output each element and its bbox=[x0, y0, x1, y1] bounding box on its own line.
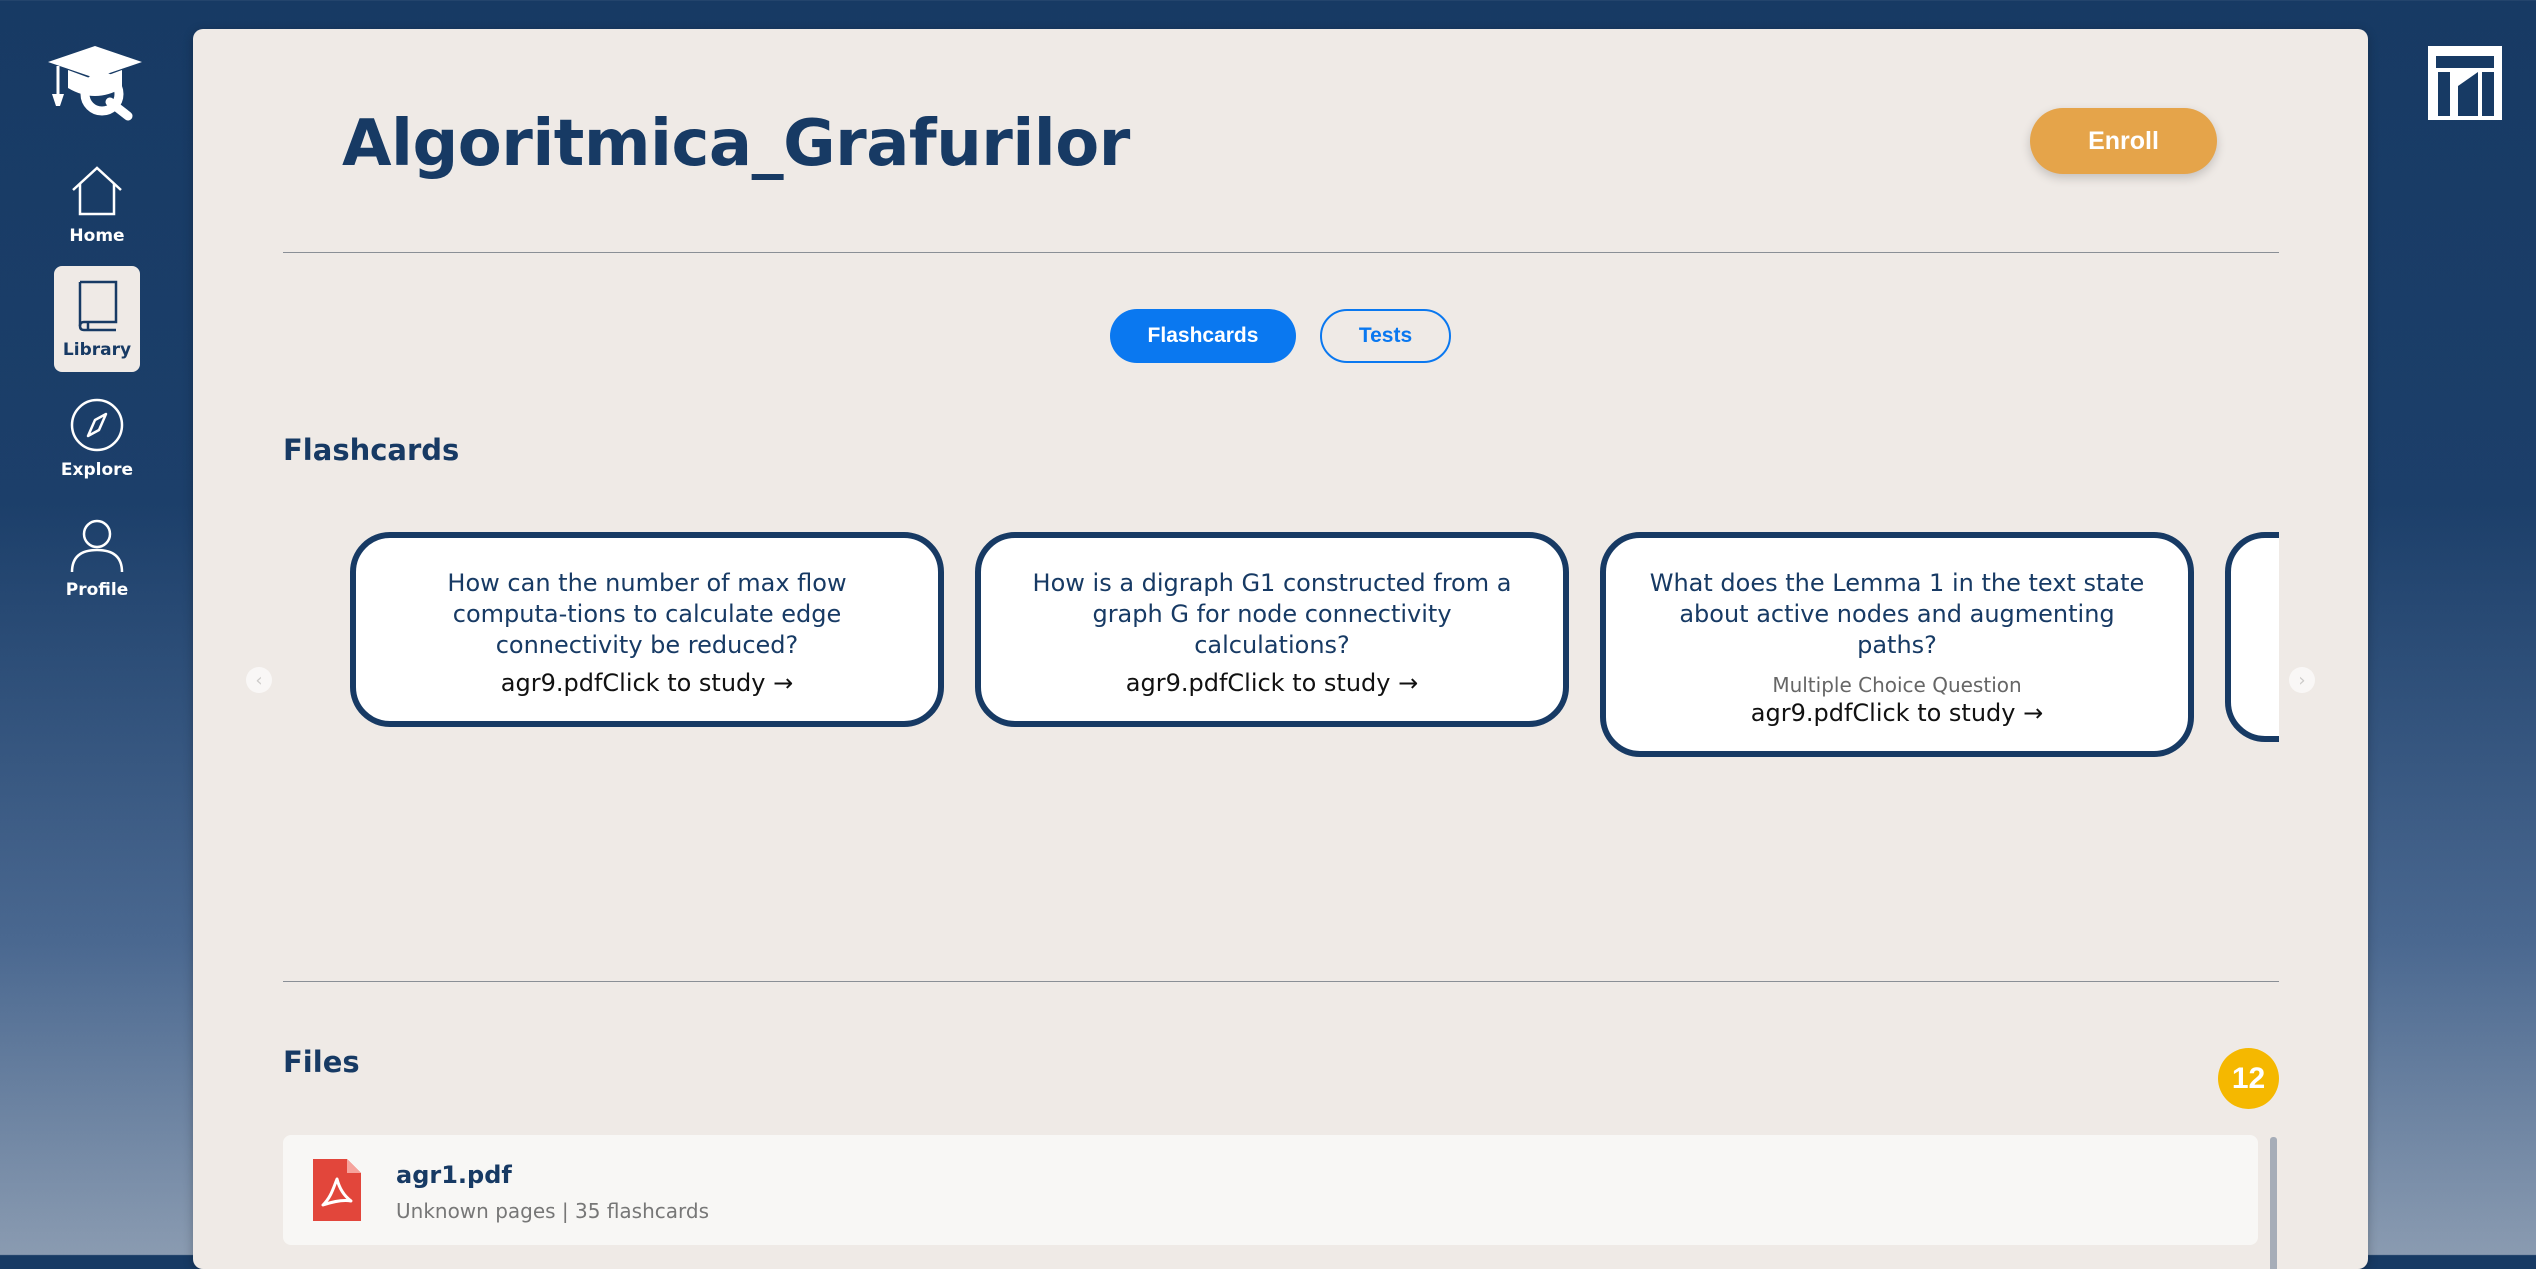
nav-home[interactable]: Home bbox=[54, 152, 140, 258]
files-scrollbar[interactable] bbox=[2270, 1137, 2277, 1269]
sidebar: Home Library Explore Profile bbox=[0, 0, 190, 1255]
home-icon bbox=[72, 166, 122, 216]
files-count-badge: 12 bbox=[2218, 1048, 2279, 1109]
flashcard[interactable]: What does the Lemma 1 in the text state … bbox=[1600, 532, 2194, 757]
graduation-cap-logo[interactable] bbox=[44, 42, 146, 122]
user-icon bbox=[70, 519, 124, 573]
files-heading: Files bbox=[283, 1045, 360, 1079]
tab-tests[interactable]: Tests bbox=[1320, 309, 1451, 363]
brand-logo-icon bbox=[2428, 46, 2502, 120]
nav-explore-label: Explore bbox=[60, 460, 134, 480]
flashcard-type: Multiple Choice Question bbox=[1772, 673, 2022, 697]
flashcard-meta: agr9.pdfClick to study → bbox=[1125, 669, 1419, 697]
nav-home-label: Home bbox=[69, 226, 125, 246]
flashcard[interactable]: How can the number of max flow computa-t… bbox=[350, 532, 944, 727]
file-meta: Unknown pages | 35 flashcards bbox=[396, 1199, 710, 1223]
flashcards-carousel: How can the number of max flow computa-t… bbox=[283, 529, 2279, 799]
flashcard-meta: agr9.pdfClick to study → bbox=[1750, 699, 2044, 727]
enroll-button[interactable]: Enroll bbox=[2030, 108, 2217, 174]
flashcard-meta: agr9.pdfClick to study → bbox=[500, 669, 794, 697]
compass-icon bbox=[70, 398, 124, 452]
nav-profile-label: Profile bbox=[65, 580, 129, 600]
tab-flashcards[interactable]: Flashcards bbox=[1110, 309, 1296, 363]
flashcard-question: How can the number of max flow computa-t… bbox=[447, 569, 847, 659]
file-item[interactable]: agr1.pdf Unknown pages | 35 flashcards bbox=[283, 1135, 2258, 1245]
nav-profile[interactable]: Profile bbox=[54, 506, 140, 612]
flashcards-heading: Flashcards bbox=[283, 433, 460, 467]
flashcard-question: How is a digraph G1 constructed from a g… bbox=[1032, 569, 1512, 659]
main-panel: Algoritmica_Grafurilor Enroll Flashcards… bbox=[193, 29, 2368, 1269]
nav-library[interactable]: Library bbox=[54, 266, 140, 372]
page-title: Algoritmica_Grafurilor bbox=[342, 107, 1130, 181]
divider bbox=[283, 981, 2279, 982]
carousel-prev-icon[interactable]: ‹ bbox=[246, 667, 272, 693]
nav-explore[interactable]: Explore bbox=[54, 386, 140, 492]
book-icon bbox=[78, 280, 118, 332]
flashcard[interactable]: How is a digraph G1 constructed from a g… bbox=[975, 532, 1569, 727]
pdf-icon bbox=[313, 1159, 361, 1221]
flashcard-partial[interactable] bbox=[2225, 532, 2279, 742]
carousel-next-icon[interactable]: › bbox=[2289, 667, 2315, 693]
nav-library-label: Library bbox=[62, 340, 132, 360]
file-name: agr1.pdf bbox=[396, 1161, 512, 1189]
flashcard-question: What does the Lemma 1 in the text state … bbox=[1649, 569, 2145, 659]
divider bbox=[283, 252, 2279, 253]
